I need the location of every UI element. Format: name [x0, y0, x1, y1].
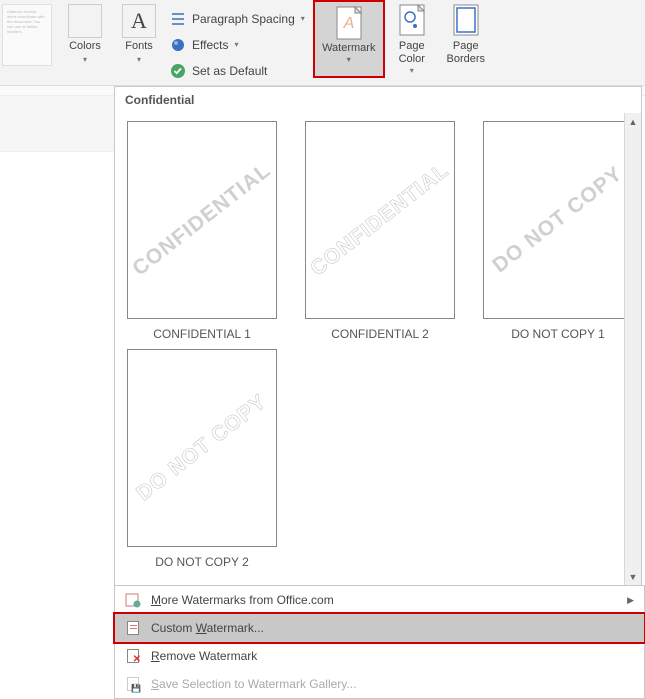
gallery-item[interactable]: DO NOT COPY DO NOT COPY 2 — [127, 349, 277, 569]
custom-watermark-label: Custom Watermark... — [151, 621, 264, 635]
chevron-down-icon: ▾ — [410, 66, 414, 75]
remove-watermark-label: Remove Watermark — [151, 649, 257, 663]
chevron-down-icon: ▾ — [347, 55, 351, 64]
gallery-item-label: DO NOT COPY 2 — [155, 555, 249, 569]
page-borders-label: PageBorders — [447, 40, 486, 66]
paragraph-spacing-label: Paragraph Spacing — [192, 12, 295, 26]
gallery-scrollbar[interactable]: ▲ ▼ — [624, 113, 641, 585]
remove-watermark-item[interactable]: ✕ Remove Watermark — [115, 642, 644, 670]
save-page-icon: 💾 — [125, 676, 141, 692]
colors-button[interactable]: Colors ▾ — [58, 0, 112, 85]
chevron-down-icon: ▾ — [83, 55, 87, 64]
gallery-item[interactable]: CONFIDENTIAL CONFIDENTIAL 2 — [305, 121, 455, 341]
watermark-preview[interactable]: DO NOT COPY — [127, 349, 277, 547]
gallery-item[interactable]: CONFIDENTIAL CONFIDENTIAL 1 — [127, 121, 277, 341]
office-icon — [125, 592, 141, 608]
dropdown-section-header: Confidential — [115, 87, 641, 113]
scroll-down-icon[interactable]: ▼ — [625, 568, 641, 585]
page-borders-icon — [449, 4, 483, 38]
watermark-preview[interactable]: CONFIDENTIAL — [127, 121, 277, 319]
watermark-gallery: CONFIDENTIALCONFIDENTIAL 1CONFIDENTIALCO… — [115, 113, 641, 585]
formatting-options: Paragraph Spacing ▾ Effects ▾ Set as Def… — [166, 0, 313, 85]
colors-swatch-icon — [68, 4, 102, 38]
remove-page-icon: ✕ — [125, 648, 141, 664]
set-as-default-button[interactable]: Set as Default — [170, 60, 305, 82]
save-selection-label: Save Selection to Watermark Gallery... — [151, 677, 356, 691]
watermark-text: CONFIDENTIAL — [128, 159, 275, 282]
watermark-label: Watermark — [322, 42, 375, 55]
colors-label: Colors — [69, 40, 101, 53]
fonts-icon: A — [122, 4, 156, 38]
watermark-preview[interactable]: DO NOT COPY — [483, 121, 633, 319]
gallery-item-label: DO NOT COPY 1 — [511, 327, 605, 341]
paragraph-spacing-button[interactable]: Paragraph Spacing ▾ — [170, 8, 305, 30]
page-color-button[interactable]: PageColor ▾ — [385, 0, 439, 85]
watermark-preview[interactable]: CONFIDENTIAL — [305, 121, 455, 319]
watermark-text: DO NOT COPY — [132, 390, 271, 506]
effects-button[interactable]: Effects ▾ — [170, 34, 305, 56]
chevron-down-icon: ▾ — [137, 55, 141, 64]
svg-text:A: A — [342, 15, 354, 32]
save-selection-item: 💾 Save Selection to Watermark Gallery... — [115, 670, 644, 698]
custom-watermark-item[interactable]: Custom Watermark... — [115, 614, 644, 642]
scroll-up-icon[interactable]: ▲ — [625, 113, 641, 130]
watermark-icon: A — [332, 6, 366, 40]
watermark-menu: More Watermarks from Office.com ▶ Custom… — [114, 585, 645, 699]
page-color-label: PageColor — [399, 40, 425, 66]
watermark-button[interactable]: A Watermark ▾ — [313, 0, 385, 78]
more-watermarks-item[interactable]: More Watermarks from Office.com ▶ — [115, 586, 644, 614]
fonts-button[interactable]: A Fonts ▾ — [112, 0, 166, 85]
set-as-default-label: Set as Default — [192, 64, 267, 78]
page-icon — [125, 620, 141, 636]
watermark-text: CONFIDENTIAL — [306, 159, 453, 282]
more-watermarks-label: More Watermarks from Office.com — [151, 593, 334, 607]
ribbon: Galleries include items coordinate with … — [0, 0, 645, 86]
paragraph-spacing-icon — [170, 11, 186, 27]
chevron-down-icon: ▾ — [301, 14, 305, 23]
watermark-dropdown: Confidential CONFIDENTIALCONFIDENTIAL 1C… — [114, 86, 642, 585]
watermark-text: DO NOT COPY — [488, 162, 627, 278]
checkmark-circle-icon — [170, 63, 186, 79]
gallery-item-label: CONFIDENTIAL 1 — [153, 327, 251, 341]
chevron-down-icon: ▾ — [234, 40, 238, 49]
submenu-arrow-icon: ▶ — [627, 595, 634, 606]
themes-preview: Galleries include items coordinate with … — [2, 4, 52, 66]
fonts-label: Fonts — [125, 40, 153, 53]
effects-label: Effects — [192, 38, 228, 52]
gallery-item[interactable]: DO NOT COPY DO NOT COPY 1 — [483, 121, 633, 341]
effects-icon — [170, 37, 186, 53]
page-color-icon — [395, 4, 429, 38]
gallery-item-label: CONFIDENTIAL 2 — [331, 327, 429, 341]
page-borders-button[interactable]: PageBorders — [439, 0, 493, 85]
